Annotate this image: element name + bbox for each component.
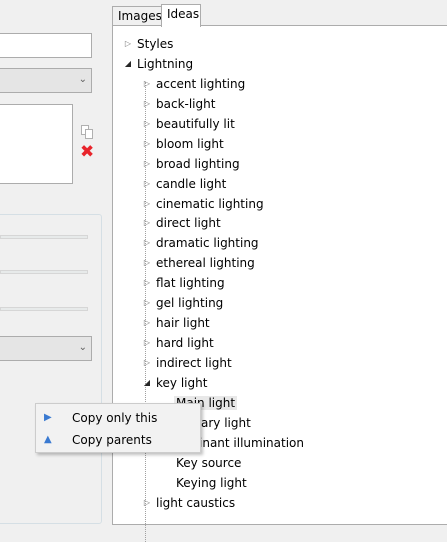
- tree-node-label: flat lighting: [156, 276, 225, 290]
- tree-node-label: bloom light: [156, 137, 224, 151]
- tree-node-label: gel lighting: [156, 296, 224, 310]
- tree-node-styles[interactable]: ▷ Styles: [123, 34, 173, 54]
- tree-node-label: key light: [156, 376, 208, 390]
- expand-icon[interactable]: ▷: [142, 313, 152, 333]
- tree-node-label: ary light: [201, 416, 251, 430]
- expand-icon[interactable]: ▷: [142, 134, 152, 154]
- expand-icon[interactable]: ▷: [142, 253, 152, 273]
- tree-node[interactable]: ▷ flat lighting: [142, 273, 225, 293]
- tree-node-label: dramatic lighting: [156, 236, 259, 250]
- slider-3[interactable]: [0, 307, 88, 311]
- tree-node[interactable]: ▷ beautifully lit: [142, 114, 235, 134]
- menu-item-label: Copy only this: [72, 411, 158, 425]
- tree-node[interactable]: ▷ direct light: [142, 213, 221, 233]
- delete-icon[interactable]: ✖: [80, 144, 94, 161]
- tree-node-label: ethereal lighting: [156, 256, 255, 270]
- tree-leaf[interactable]: ary light: [201, 413, 251, 433]
- tab-images[interactable]: Images: [112, 6, 162, 26]
- tree-node[interactable]: ▷ back-light: [142, 94, 216, 114]
- tree-node-label: inant illumination: [199, 436, 304, 450]
- tree-node-label: candle light: [156, 177, 227, 191]
- expand-icon[interactable]: ▷: [142, 74, 152, 94]
- expand-icon[interactable]: ▷: [142, 333, 152, 353]
- tree-leaf[interactable]: inant illumination: [199, 433, 304, 453]
- slider-2[interactable]: [0, 270, 88, 274]
- name-input[interactable]: [0, 33, 92, 58]
- tree-node[interactable]: ▷ gel lighting: [142, 293, 223, 313]
- tree-node-label: hard light: [156, 336, 214, 350]
- tree-leaf[interactable]: Keying light: [176, 473, 247, 493]
- tree-node-label: back-light: [156, 97, 216, 111]
- tree-node-key-light[interactable]: ◢ key light: [142, 373, 208, 393]
- expand-icon[interactable]: ▷: [142, 493, 152, 513]
- prompt-textarea[interactable]: [0, 104, 73, 184]
- tree-node-label: broad lighting: [156, 157, 240, 171]
- tree-node-label: accent lighting: [156, 77, 246, 91]
- expand-icon[interactable]: ▷: [142, 174, 152, 194]
- expand-icon[interactable]: ▷: [142, 194, 152, 214]
- collapse-icon[interactable]: ◢: [123, 54, 133, 74]
- collapse-icon[interactable]: ◢: [142, 373, 152, 393]
- tree-node[interactable]: ▷ indirect light: [142, 353, 232, 373]
- tree-node[interactable]: ▷ cinematic lighting: [142, 194, 264, 214]
- tree-node-label: Lightning: [137, 57, 194, 71]
- tree-leaf[interactable]: Key source: [176, 453, 241, 473]
- expand-icon[interactable]: ▷: [142, 94, 152, 114]
- expand-icon[interactable]: ▷: [142, 293, 152, 313]
- chevron-down-icon: ⌄: [78, 342, 87, 353]
- tree-node[interactable]: ▷ ethereal lighting: [142, 253, 255, 273]
- tree-node[interactable]: ▷ hard light: [142, 333, 214, 353]
- tree-node[interactable]: ▷ hair light: [142, 313, 210, 333]
- tree-node[interactable]: ▷ broad lighting: [142, 154, 240, 174]
- tree-node-label: beautifully lit: [156, 117, 235, 131]
- tab-ideas[interactable]: Ideas: [161, 4, 201, 27]
- tree-node-label: Styles: [137, 37, 174, 51]
- play-arrow-icon: ▶: [44, 412, 52, 423]
- tree-node-label: indirect light: [156, 356, 232, 370]
- tree-node-lightning[interactable]: ◢ Lightning: [123, 54, 193, 74]
- menu-item-copy-parents[interactable]: ▲ Copy parents: [36, 429, 200, 451]
- tree-node[interactable]: ▷ light caustics: [142, 493, 235, 513]
- expand-icon[interactable]: ▷: [142, 114, 152, 134]
- tree-node[interactable]: ▷ dramatic lighting: [142, 233, 259, 253]
- chevron-down-icon: ⌄: [78, 74, 87, 85]
- tree-node[interactable]: ▷ bloom light: [142, 134, 224, 154]
- tree-node-label: Key source: [176, 456, 242, 470]
- tree-node-label: hair light: [156, 316, 210, 330]
- eject-triangle-icon: ▲: [44, 434, 52, 445]
- tree-node[interactable]: ▷ accent lighting: [142, 74, 245, 94]
- option-dropdown[interactable]: ⌄: [0, 336, 92, 361]
- tree-node-label: Keying light: [176, 476, 247, 490]
- expand-icon[interactable]: ▷: [142, 273, 152, 293]
- expand-icon[interactable]: ▷: [142, 154, 152, 174]
- expand-icon[interactable]: ▷: [123, 34, 133, 54]
- menu-item-label: Copy parents: [72, 433, 152, 447]
- tree-node-label: cinematic lighting: [156, 197, 264, 211]
- expand-icon[interactable]: ▷: [142, 213, 152, 233]
- category-dropdown[interactable]: ⌄: [0, 68, 92, 93]
- expand-icon[interactable]: ▷: [142, 353, 152, 373]
- settings-group: [0, 214, 102, 524]
- menu-item-copy-only-this[interactable]: ▶ Copy only this: [36, 407, 200, 429]
- slider-1[interactable]: [0, 235, 88, 239]
- tree-node-label: light caustics: [156, 496, 236, 510]
- tree-node-label: direct light: [156, 216, 221, 230]
- expand-icon[interactable]: ▷: [142, 233, 152, 253]
- tree-node[interactable]: ▷ candle light: [142, 174, 226, 194]
- copy-icon[interactable]: [81, 125, 93, 139]
- context-menu: ▶ Copy only this ▲ Copy parents: [35, 403, 201, 453]
